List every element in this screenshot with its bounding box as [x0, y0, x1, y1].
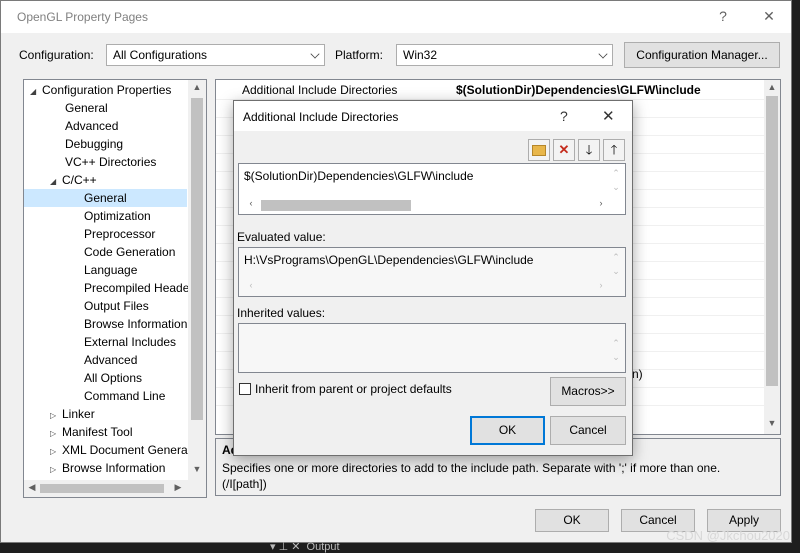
scroll-down-icon[interactable]: ▼	[188, 464, 206, 474]
tree-node-cpp-advanced[interactable]: Advanced	[84, 351, 137, 369]
description-text: Specifies one or more directories to add…	[222, 461, 721, 475]
scroll-left-icon: ‹	[249, 280, 253, 290]
inherited-values-label: Inherited values:	[237, 306, 326, 320]
property-value[interactable]: $(SolutionDir)Dependencies\GLFW\include	[456, 83, 701, 97]
tree-node-code-generation[interactable]: Code Generation	[84, 243, 175, 261]
tree-vertical-scrollbar[interactable]: ▲ ▼	[188, 80, 206, 480]
close-button[interactable]: ✕	[753, 5, 785, 27]
scroll-up-icon: ⌃	[612, 252, 620, 262]
tree-node-xml-document-generator[interactable]: ▷ XML Document Genera	[50, 441, 188, 459]
tree-node-debugging[interactable]: Debugging	[65, 135, 123, 153]
dialog-cancel-button[interactable]: Cancel	[550, 416, 626, 445]
tree-node-advanced[interactable]: Advanced	[65, 117, 118, 135]
macros-button[interactable]: Macros>>	[550, 377, 626, 406]
tree-node-optimization[interactable]: Optimization	[84, 207, 151, 225]
evaluated-value-box: H:\VsPrograms\OpenGL\Dependencies\GLFW\i…	[238, 247, 626, 297]
scroll-up-icon[interactable]: ⌃	[609, 168, 623, 179]
platform-dropdown[interactable]: Win32	[396, 44, 613, 66]
chevron-down-icon	[310, 49, 320, 59]
tree-node-manifest-tool[interactable]: ▷ Manifest Tool	[50, 423, 132, 441]
tree-node-configuration-properties[interactable]: ◢ Configuration Properties	[30, 81, 171, 99]
platform-label: Platform:	[335, 48, 384, 62]
expanded-arrow-icon[interactable]: ◢	[30, 83, 42, 101]
directory-list[interactable]: $(SolutionDir)Dependencies\GLFW\include …	[238, 163, 626, 215]
tree-node-vc-directories[interactable]: VC++ Directories	[65, 153, 156, 171]
dialog-help-button[interactable]: ?	[560, 108, 568, 124]
ok-button[interactable]: OK	[535, 509, 609, 532]
new-line-button[interactable]	[528, 139, 550, 161]
title-bar: OpenGL Property Pages ? ✕	[1, 1, 791, 33]
tree-node-linker[interactable]: ▷ Linker	[50, 405, 95, 423]
scroll-up-icon: ⌃	[612, 338, 620, 348]
dialog-close-button[interactable]: ✕	[602, 107, 615, 125]
scroll-up-icon[interactable]: ▲	[764, 82, 780, 92]
configuration-value: All Configurations	[113, 48, 208, 62]
grid-vertical-scrollbar[interactable]: ▲ ▼	[764, 80, 780, 434]
tree-node-general[interactable]: General	[65, 99, 108, 117]
scroll-right-icon[interactable]: ›	[595, 198, 607, 208]
delete-button[interactable]: ✕	[553, 139, 575, 161]
obscured-value-fragment: n)	[632, 367, 643, 381]
tree-horizontal-scrollbar[interactable]: ◀ ▶	[24, 480, 206, 497]
tree-node-external-includes[interactable]: External Includes	[84, 333, 176, 351]
dialog-ok-button[interactable]: OK	[470, 416, 545, 445]
configuration-manager-button[interactable]: Configuration Manager...	[624, 42, 780, 68]
scroll-up-icon[interactable]: ▲	[188, 82, 206, 92]
evaluated-value-label: Evaluated value:	[237, 230, 326, 244]
scroll-right-icon[interactable]: ▶	[172, 482, 184, 493]
tree-node-output-files[interactable]: Output Files	[84, 297, 149, 315]
scroll-down-icon[interactable]: ▼	[764, 418, 780, 428]
collapsed-arrow-icon[interactable]: ▷	[50, 461, 62, 479]
delete-x-icon: ✕	[558, 142, 570, 157]
scroll-down-icon[interactable]: ⌄	[609, 182, 623, 193]
move-up-button[interactable]: 🡑	[603, 139, 625, 161]
background-output-tab: ▾ ⊥ ✕ Output	[270, 541, 340, 553]
property-tree: ◢ Configuration Properties General Advanc…	[23, 79, 207, 498]
description-switch: (/I[path])	[222, 477, 267, 491]
include-directories-dialog: Additional Include Directories ? ✕ ✕ 🡓 🡑…	[233, 100, 633, 456]
tree-node-all-options[interactable]: All Options	[84, 369, 142, 387]
inherit-checkbox[interactable]	[239, 383, 251, 395]
move-down-button[interactable]: 🡓	[578, 139, 600, 161]
configuration-label: Configuration:	[19, 48, 94, 62]
tree-node-cpp-general-selected[interactable]: General	[24, 189, 187, 207]
horizontal-scrollbar-thumb[interactable]	[261, 200, 411, 211]
tree-node-preprocessor[interactable]: Preprocessor	[84, 225, 155, 243]
property-name[interactable]: Additional Include Directories	[242, 83, 397, 97]
tree-node-command-line[interactable]: Command Line	[84, 387, 165, 405]
tree-node-language[interactable]: Language	[84, 261, 137, 279]
scrollbar-thumb[interactable]	[191, 98, 203, 420]
tree-node-browse-information[interactable]: Browse Information	[84, 315, 187, 333]
platform-value: Win32	[403, 48, 438, 62]
scroll-left-icon[interactable]: ◀	[26, 482, 38, 493]
configuration-dropdown[interactable]: All Configurations	[106, 44, 325, 66]
new-folder-icon	[532, 145, 546, 156]
tree-node-browse-information-root[interactable]: ▷ Browse Information	[50, 459, 165, 477]
directory-entry[interactable]: $(SolutionDir)Dependencies\GLFW\include	[244, 169, 473, 183]
scroll-left-icon[interactable]: ‹	[245, 198, 257, 208]
dialog-title: Additional Include Directories	[243, 110, 399, 124]
chevron-down-icon	[598, 49, 608, 59]
arrow-down-icon: 🡓	[585, 142, 593, 157]
tree-node-c-cpp[interactable]: ◢ C/C++	[50, 171, 97, 189]
dialog-title-bar: Additional Include Directories ? ✕	[234, 101, 632, 131]
tree-node-precompiled-headers[interactable]: Precompiled Heade	[84, 279, 189, 297]
arrow-up-icon: 🡑	[610, 142, 618, 157]
scroll-down-icon: ⌄	[612, 352, 620, 362]
inherited-values-box: ⌃ ⌄	[238, 323, 626, 373]
window-title: OpenGL Property Pages	[17, 10, 148, 24]
inherit-checkbox-label[interactable]: Inherit from parent or project defaults	[255, 382, 452, 396]
scrollbar-thumb[interactable]	[40, 484, 164, 493]
help-button[interactable]: ?	[707, 5, 739, 27]
evaluated-value: H:\VsPrograms\OpenGL\Dependencies\GLFW\i…	[244, 253, 534, 267]
scroll-down-icon: ⌄	[612, 266, 620, 276]
watermark: CSDN @Jkchou2020	[666, 528, 790, 543]
scroll-right-icon: ›	[599, 280, 603, 290]
scrollbar-thumb[interactable]	[766, 96, 778, 386]
